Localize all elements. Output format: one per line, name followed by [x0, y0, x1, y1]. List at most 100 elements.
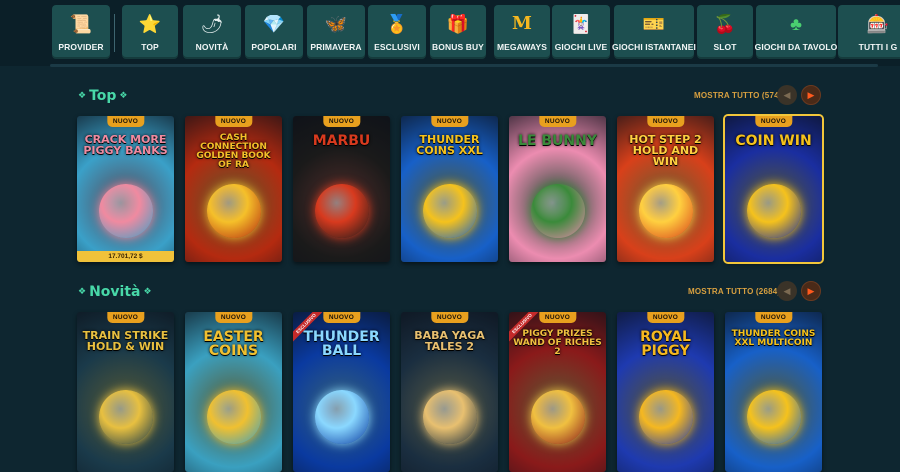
m-icon: M: [512, 13, 532, 34]
new-badge: NUOVO: [430, 312, 469, 323]
category-bonus-buy[interactable]: 🎁 BONUS BUY: [430, 5, 486, 59]
game-title: BABA YAGA TALES 2: [414, 329, 485, 353]
section-title-novita: ❖ Novità ❖: [78, 284, 152, 300]
category-megaways[interactable]: M MEGAWAYS: [494, 5, 550, 59]
game-title: THUNDER BALL: [303, 329, 380, 359]
game-artwork: [206, 184, 261, 238]
new-badge: NUOVO: [322, 312, 361, 323]
chevron-left-icon[interactable]: ◀: [777, 281, 797, 301]
category-giochi-live[interactable]: 🃏 GIOCHI LIVE: [552, 5, 610, 59]
game-tile[interactable]: NUOVO HOT STEP 2 HOLD AND WIN: [617, 116, 714, 262]
game-title: COIN WIN: [735, 133, 812, 149]
section-title-top: ❖ Top ❖: [78, 88, 128, 104]
game-artwork: [530, 390, 585, 444]
category-top[interactable]: ⭐ TOP: [122, 5, 178, 59]
new-badge: NUOVO: [322, 116, 361, 127]
category-label: MEGAWAYS: [496, 42, 548, 52]
all-games-icon: 🎰: [866, 14, 890, 34]
game-tile[interactable]: NUOVO THUNDER COINS XXL: [401, 116, 498, 262]
category-tutti-i-g[interactable]: 🎰 TUTTI I G: [838, 5, 900, 59]
category-label: GIOCHI LIVE: [554, 42, 608, 52]
category-label: PRIMAVERA: [310, 42, 362, 52]
game-tile[interactable]: NUOVO ESCLUSIVO THUNDER BALL: [293, 312, 390, 472]
gem-icon: 💎: [262, 14, 286, 34]
game-title: THUNDER COINS XXL MULTICOIN: [731, 329, 816, 348]
scratch-card-icon: 🎫: [642, 14, 666, 34]
game-tile[interactable]: NUOVO BABA YAGA TALES 2: [401, 312, 498, 472]
section-title-text: Novità: [89, 284, 141, 300]
category-giochi-istantanei[interactable]: 🎫 GIOCHI ISTANTANEI: [611, 5, 697, 59]
chevron-right-icon[interactable]: ▶: [801, 281, 821, 301]
jackpot-amount: 17.701,72 $: [77, 251, 174, 262]
game-artwork: [314, 390, 369, 444]
butterfly-icon: 🦋: [324, 14, 348, 34]
category-popolari[interactable]: 💎 POPOLARI: [245, 5, 303, 59]
show-all-top-link[interactable]: MOSTRA TUTTO (574): [694, 91, 782, 100]
category-label: PROVIDER: [58, 42, 104, 52]
category-novità[interactable]: 🌶 NOVITÀ: [183, 5, 241, 59]
new-badge: NUOVO: [646, 312, 685, 323]
category-provider[interactable]: 📜 PROVIDER: [52, 5, 110, 59]
game-tile[interactable]: NUOVO CRACK MORE PIGGY BANKS 17.701,72 $: [77, 116, 174, 262]
new-badge: NUOVO: [754, 116, 793, 127]
new-badge: NUOVO: [214, 116, 253, 127]
category-bar: 📜 PROVIDER ⭐ TOP 🌶 NOVITÀ 💎 POPOLARI 🦋 PRIMAVERA 🏅…: [0, 0, 900, 67]
game-title: CASH CONNECTION GOLDEN BOOK OF RA: [196, 133, 271, 170]
title-ornament-icon: ❖: [78, 91, 87, 101]
category-label: TUTTI I G: [858, 42, 898, 52]
star-icon: ⭐: [138, 14, 162, 34]
game-artwork: [422, 184, 477, 238]
game-tile[interactable]: NUOVO ESCLUSIVO PIGGY PRIZES WAND OF RICHE…: [509, 312, 606, 472]
new-badge: NUOVO: [538, 312, 577, 323]
category-label: GIOCHI DA TAVOLO: [754, 42, 838, 52]
new-badge: NUOVO: [538, 116, 577, 127]
category-label: POPOLARI: [251, 42, 297, 52]
new-badge: NUOVO: [106, 116, 145, 127]
game-artwork: [98, 390, 153, 444]
game-tile[interactable]: NUOVO EASTER COINS: [185, 312, 282, 472]
category-slot[interactable]: 🍒 SLOT: [697, 5, 753, 59]
game-artwork: [746, 390, 801, 444]
game-title: EASTER COINS: [203, 329, 264, 359]
medal-icon: 🏅: [385, 14, 409, 34]
game-artwork: [638, 184, 693, 238]
chevron-left-icon[interactable]: ◀: [777, 85, 797, 105]
live-card-icon: 🃏: [569, 14, 593, 34]
category-label: GIOCHI ISTANTANEI: [611, 42, 697, 52]
game-title: LE BUNNY: [518, 133, 597, 149]
category-separator: [114, 14, 115, 52]
game-artwork: [422, 390, 477, 444]
show-all-novita-link[interactable]: MOSTRA TUTTO (2684): [688, 287, 780, 296]
game-artwork: [746, 184, 801, 238]
game-tile[interactable]: NUOVO MARBU: [293, 116, 390, 262]
game-tile[interactable]: NUOVO TRAIN STRIKE HOLD & WIN: [77, 312, 174, 472]
category-label: NOVITÀ: [195, 42, 229, 52]
category-esclusivi[interactable]: 🏅 ESCLUSIVI: [368, 5, 426, 59]
game-title: THUNDER COINS XXL: [416, 133, 483, 157]
game-title: TRAIN STRIKE HOLD & WIN: [82, 329, 169, 353]
game-tile[interactable]: NUOVO CASH CONNECTION GOLDEN BOOK OF RA: [185, 116, 282, 262]
game-tile[interactable]: NUOVO ROYAL PIGGY: [617, 312, 714, 472]
title-ornament-icon: ❖: [119, 91, 128, 101]
game-title: ROYAL PIGGY: [640, 329, 691, 359]
category-label: TOP: [141, 42, 159, 52]
game-title: HOT STEP 2 HOLD AND WIN: [629, 133, 702, 168]
category-primavera[interactable]: 🦋 PRIMAVERA: [307, 5, 365, 59]
category-label: SLOT: [713, 42, 737, 52]
category-giochi-da-tavolo[interactable]: ♣ GIOCHI DA TAVOLO: [754, 5, 838, 59]
cherries-icon: 🍒: [713, 14, 737, 34]
game-tile[interactable]: NUOVO COIN WIN: [725, 116, 822, 262]
new-badge: NUOVO: [754, 312, 793, 323]
game-tile[interactable]: NUOVO THUNDER COINS XXL MULTICOIN: [725, 312, 822, 472]
scroll-icon: 📜: [69, 14, 93, 34]
game-artwork: [530, 184, 585, 238]
game-title: MARBU: [312, 133, 371, 149]
chili-icon: 🌶: [200, 14, 224, 34]
section-title-text: Top: [89, 88, 117, 104]
game-title: PIGGY PRIZES WAND OF RICHES 2: [513, 329, 602, 357]
game-tile[interactable]: NUOVO LE BUNNY: [509, 116, 606, 262]
new-badge: NUOVO: [430, 116, 469, 127]
chevron-right-icon[interactable]: ▶: [801, 85, 821, 105]
game-artwork: [206, 390, 261, 444]
title-ornament-icon: ❖: [78, 287, 87, 297]
